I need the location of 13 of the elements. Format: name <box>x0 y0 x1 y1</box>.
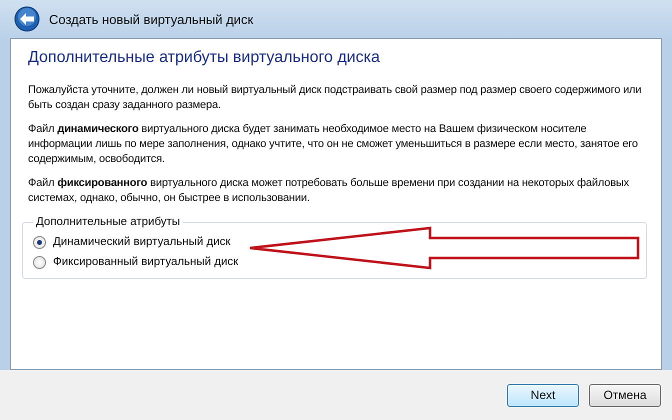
window-title: Создать новый виртуальный диск <box>49 12 254 26</box>
radio-button[interactable] <box>33 256 46 268</box>
group-legend: Дополнительные атрибуты <box>33 216 184 228</box>
page-heading: Дополнительные атрибуты виртуального диска <box>28 49 381 67</box>
radio-label[interactable]: Динамический виртуальный диск <box>53 236 230 248</box>
paragraph: Пожалуйста уточните, должен ли новый виртуальный диск подстраивать свой размер под размер своего содержимого или быть создан сразу заданного размера. <box>28 83 642 113</box>
paragraph: Файл динамического виртуального диска будет занимать необходимое место на Вашем физическом носителе информации лишь по мере заполнения, однако учтите, что он не сможет уменьшиться в размере если место, занятое его содержимым, освободится. <box>28 122 639 167</box>
back-icon[interactable] <box>14 6 40 32</box>
next-button[interactable]: Next <box>507 384 579 406</box>
paragraph: Файл фиксированного виртуального диска может потребовать больше времени при создании на некоторых файловых системах, однако, обычно, он быстрее в использовании. <box>28 176 630 206</box>
radio-button[interactable] <box>33 236 46 248</box>
cancel-button[interactable]: Отмена <box>589 384 661 406</box>
radio-label[interactable]: Фиксированный виртуальный диск <box>53 256 238 268</box>
